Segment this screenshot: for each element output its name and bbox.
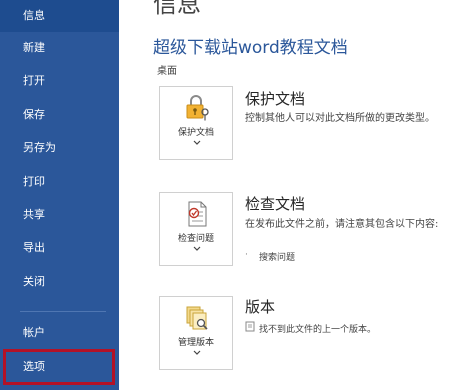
nav-item-new[interactable]: 新建 (0, 32, 119, 64)
check-for-issues-button-label: 检查问题 (177, 234, 214, 244)
document-location: 桌面 (157, 66, 177, 77)
chevron-down-icon (193, 350, 201, 355)
nav-item-share[interactable]: 共享 (0, 199, 119, 231)
info-panel: 信息 超级下载站word教程文档 桌面 保护文档 保护文档 控制其他人可以对此文… (119, 0, 460, 390)
document-versions-icon (186, 306, 208, 330)
manage-versions-button[interactable]: 管理版本 (159, 296, 233, 370)
protect-document-button-label: 保护文档 (177, 128, 214, 138)
nav-item-open[interactable]: 打开 (0, 65, 119, 97)
document-icon (245, 321, 255, 332)
nav-item-options[interactable]: 选项 (0, 351, 119, 383)
inspect-item-search-issues: 搜索问题 (259, 253, 296, 263)
inspect-document-heading: 检查文档 (245, 195, 306, 213)
versions-heading: 版本 (245, 298, 276, 316)
protect-document-button[interactable]: 保护文档 (159, 86, 233, 160)
protect-document-heading: 保护文档 (245, 90, 306, 108)
protect-document-description: 控制其他人可以对此文档所做的更改类型。 (245, 113, 435, 124)
nav-item-save[interactable]: 保存 (0, 99, 119, 131)
nav-item-account[interactable]: 帐户 (0, 317, 119, 349)
lock-key-icon (186, 95, 209, 121)
nav-item-print[interactable]: 打印 (0, 166, 119, 198)
nav-item-save-as[interactable]: 另存为 (0, 132, 119, 164)
nav-item-close[interactable]: 关闭 (0, 266, 119, 298)
document-inspect-icon (188, 201, 207, 227)
versions-status-text: 找不到此文件的上一个版本。 (259, 325, 377, 335)
check-for-issues-button[interactable]: 检查问题 (159, 192, 233, 266)
nav-item-export[interactable]: 导出 (0, 232, 119, 264)
document-title: 超级下载站word教程文档 (153, 38, 348, 58)
chevron-down-icon (193, 246, 201, 251)
backstage-sidebar: 信息 新建 打开 保存 另存为 打印 共享 导出 关闭 帐户 选项 (0, 0, 119, 390)
manage-versions-button-label: 管理版本 (177, 338, 214, 348)
nav-divider (20, 311, 106, 312)
bullet-icon: · (245, 250, 248, 260)
page-title: 信息 (153, 0, 201, 18)
nav-item-info[interactable]: 信息 (0, 0, 119, 32)
chevron-down-icon (193, 140, 201, 145)
inspect-document-description: 在发布此文件之前，请注意其包含以下内容: (245, 219, 439, 230)
